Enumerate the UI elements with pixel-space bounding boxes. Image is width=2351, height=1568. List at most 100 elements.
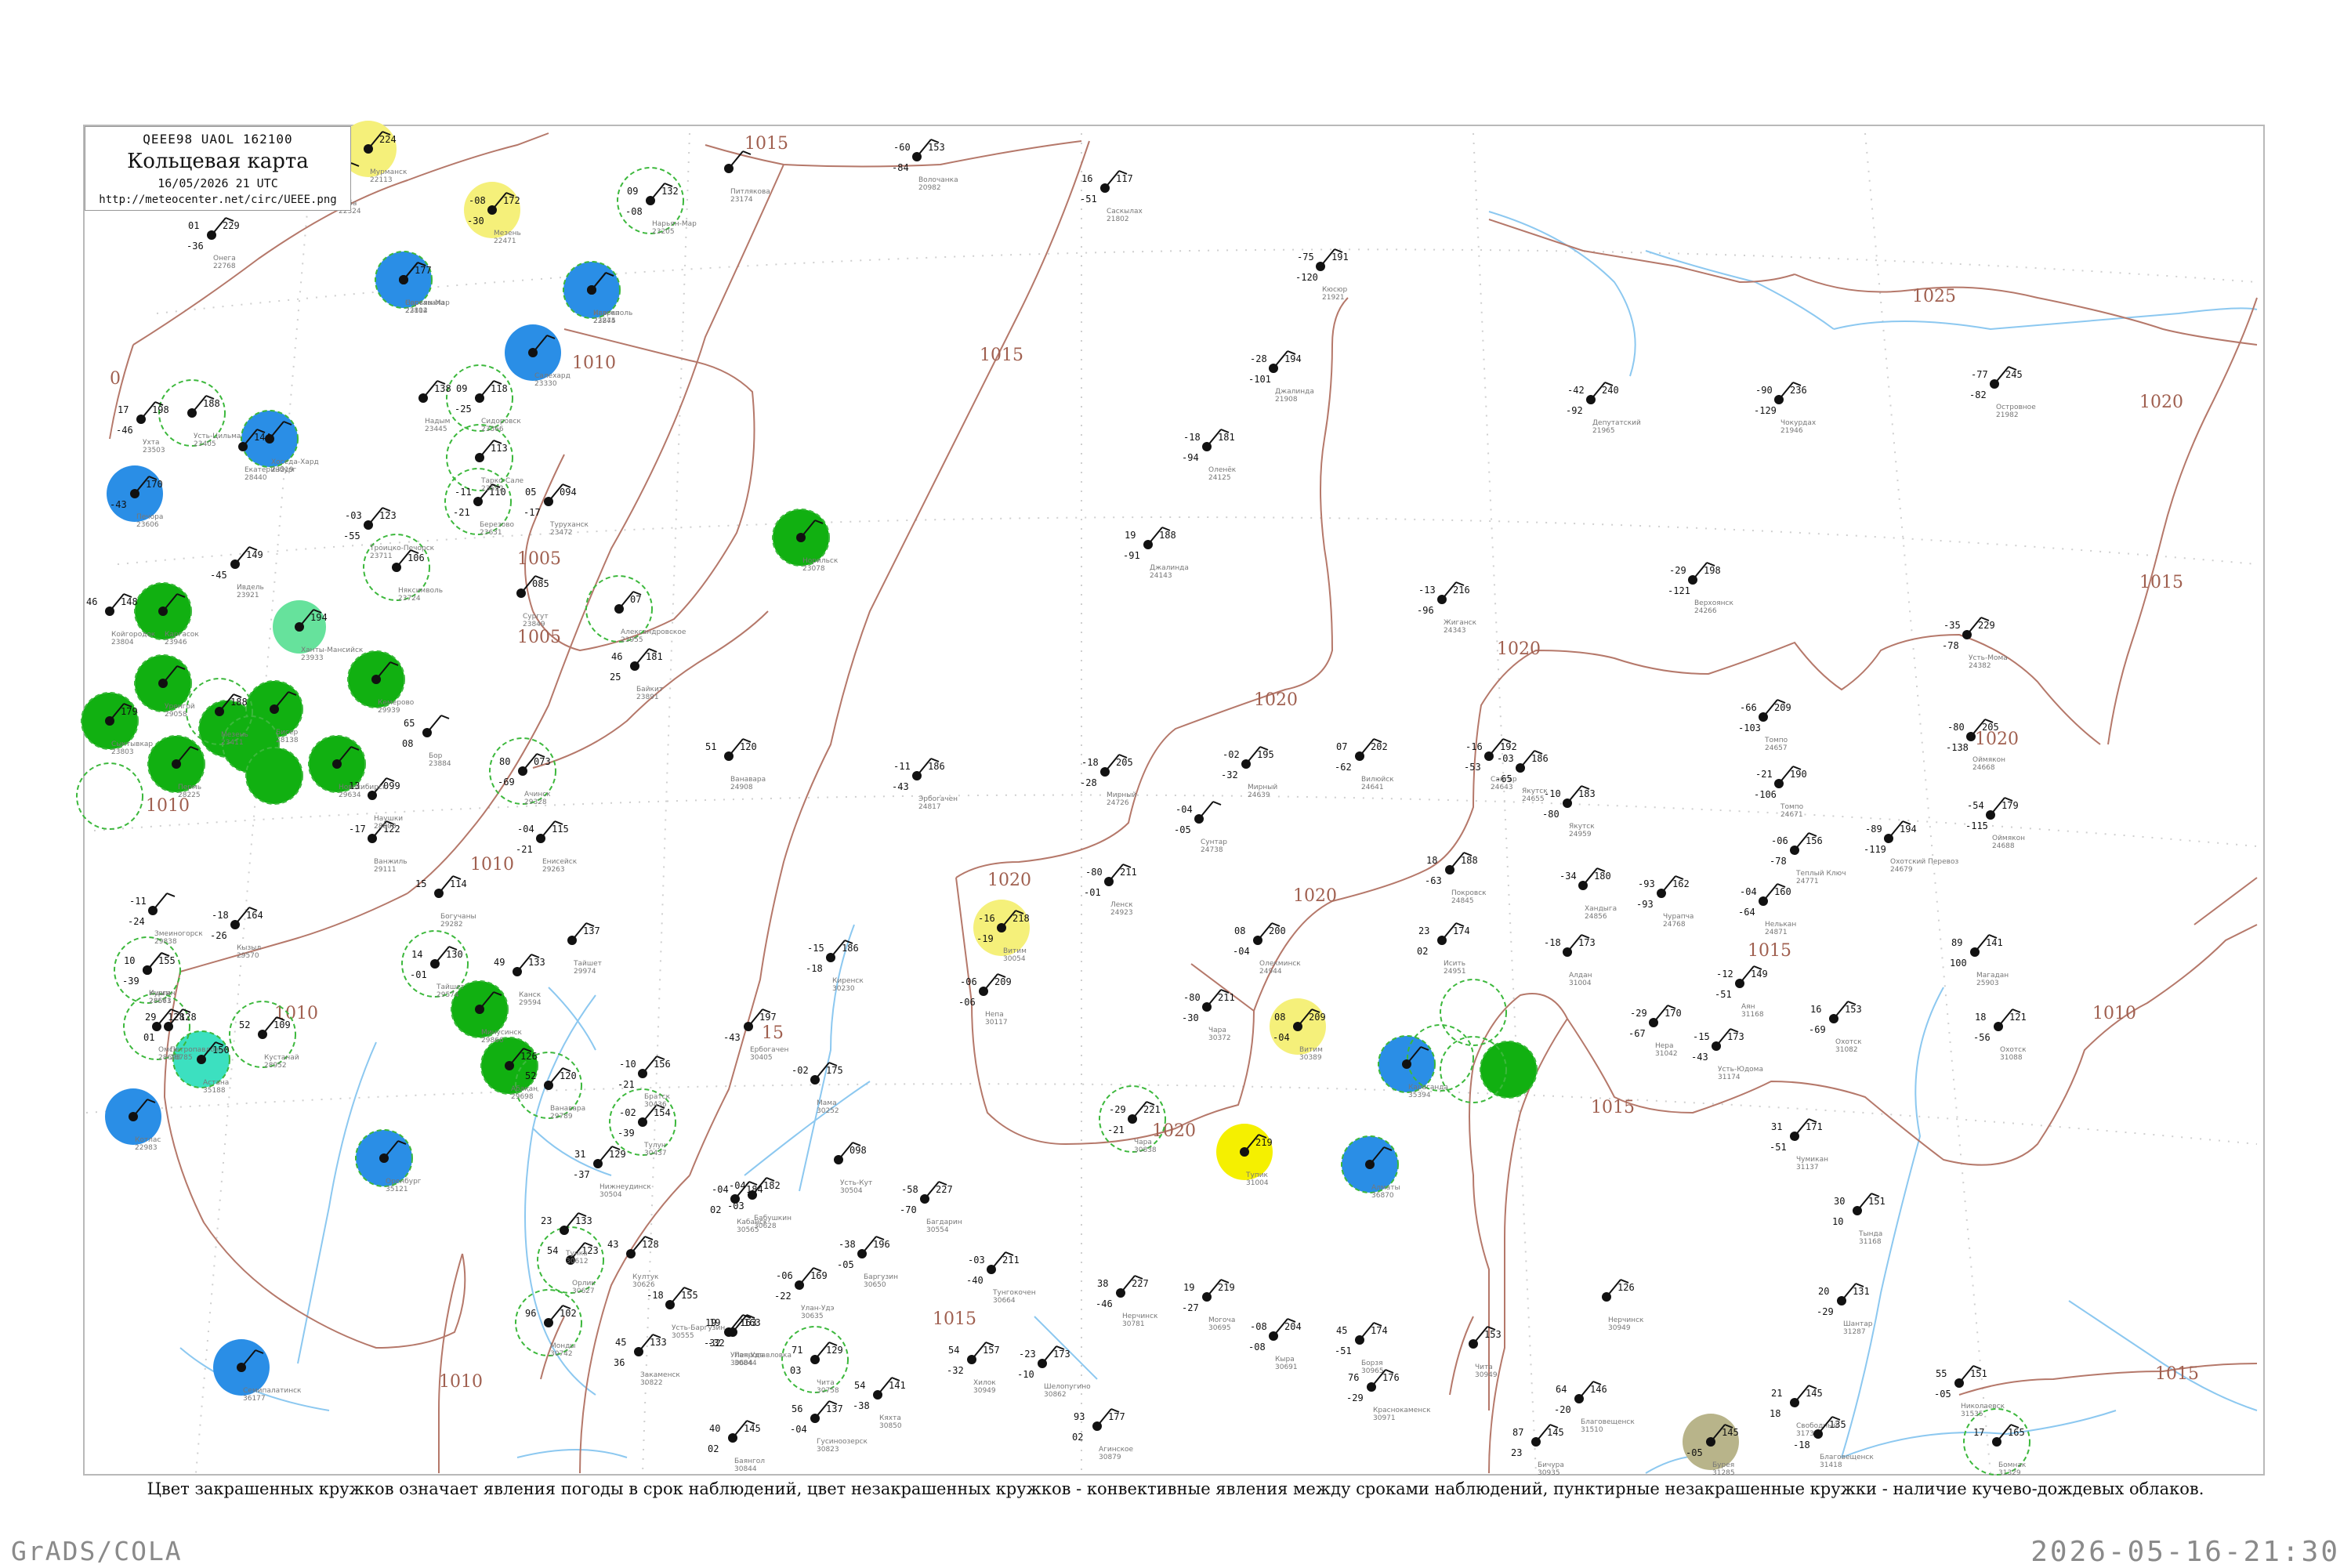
station-plot[interactable]: Минусинск29866 bbox=[475, 991, 522, 1045]
station-plot[interactable]: 098 Усть-Кут30504 bbox=[834, 1142, 872, 1195]
station-plot[interactable]: 128 43 Култук30626 bbox=[607, 1236, 659, 1289]
station-plot[interactable]: 173 -23 -10 Шелопугино30862 bbox=[1017, 1345, 1091, 1399]
station-plot[interactable]: 170 -29 -67 Нера31042 bbox=[1628, 1005, 1682, 1058]
station-plot[interactable]: 198 17 -46 Ухта23503 bbox=[116, 401, 169, 454]
station-plot[interactable]: 188 Мезень23411 bbox=[215, 693, 248, 747]
station-plot[interactable]: 188 Усть-Цильма23405 bbox=[187, 395, 241, 448]
station-plot[interactable]: Игарка23274 bbox=[587, 272, 620, 325]
station-plot[interactable]: 155-18Усть-Баргузин30555 bbox=[647, 1287, 725, 1340]
station-plot[interactable]: Пермь28225 bbox=[172, 746, 201, 799]
station-plot[interactable]: 156 -10 -21 Братск30436 bbox=[618, 1056, 671, 1109]
station-plot[interactable]: 094 05 -17 Туруханск23472 bbox=[523, 483, 589, 537]
station-plot[interactable]: 162 -93 -93 Чурапча24768 bbox=[1636, 875, 1694, 929]
station-plot[interactable]: 113 Тарко-Сале23552 bbox=[475, 440, 523, 493]
station-plot[interactable]: 126 Нерчинск30949 bbox=[1602, 1279, 1644, 1332]
station-plot[interactable]: 145 -05 Бурея31285 bbox=[1686, 1424, 1739, 1477]
station-plot[interactable]: 202 07 -62 Вилюйск24641 bbox=[1335, 738, 1394, 791]
station-plot[interactable]: 085 Сургут23849 bbox=[516, 575, 549, 628]
station-plot[interactable]: 209 -66 -103Томпо24657 bbox=[1738, 699, 1791, 752]
station-plot[interactable]: 65 08 Бор23884 bbox=[402, 715, 451, 768]
station-plot[interactable]: 106 Няксимволь23724 bbox=[392, 549, 443, 603]
station-plot[interactable]: 133 45 36 Закаменск30822 bbox=[614, 1334, 680, 1387]
station-plot[interactable]: 144 Екатеринбург28440 bbox=[238, 429, 296, 482]
station-plot[interactable]: 224 Мурманск22113 bbox=[364, 131, 408, 184]
station-plot[interactable]: 141 89 100 Магадан25903 bbox=[1950, 934, 2009, 987]
station-plot[interactable]: Уренгой29058 bbox=[158, 665, 195, 719]
station-plot[interactable]: 176 76 -29 Краснокаменск30971 bbox=[1346, 1369, 1431, 1422]
station-plot[interactable]: 1452118Свободный31736 bbox=[1770, 1385, 1838, 1438]
station-plot[interactable]: 200 08 -04 Олекминск24944 bbox=[1233, 922, 1301, 976]
station-plot[interactable]: 169 -06 -22 Улан-Удэ30635 bbox=[774, 1267, 835, 1320]
station-plot[interactable]: 221 -29 -21 Чара30838 bbox=[1107, 1101, 1161, 1154]
station-plot[interactable]: 073 80 -69 Ачинск29328 bbox=[498, 753, 551, 806]
station-plot[interactable]: 180 -34 Хандыга24856 bbox=[1559, 867, 1617, 921]
station-plot[interactable]: Кемерово29939 bbox=[371, 661, 415, 715]
station-plot[interactable]: 145 87 23 Бичура30935 bbox=[1511, 1424, 1564, 1477]
map-url[interactable]: http://meteocenter.net/circ/UEEE.png bbox=[85, 194, 350, 206]
station-plot[interactable]: 130 14 -01 Тайшет29574 bbox=[410, 946, 465, 999]
station-plot[interactable]: 102 96 Монды30742 bbox=[525, 1305, 577, 1358]
station-plot[interactable]: 194 -89 -119 Охотский Перевоз24679 bbox=[1864, 820, 1958, 874]
station-plot[interactable]: Котлас22983 bbox=[129, 1099, 161, 1152]
station-plot[interactable]: 148 46 Койгородок23804 bbox=[86, 593, 156, 646]
station-plot[interactable]: Питлякова23174 bbox=[724, 150, 770, 204]
station-plot[interactable]: 204 -08 -08 Кыра30691 bbox=[1248, 1318, 1302, 1371]
station-plot[interactable]: 236 -90 -129Чокурдах21946 bbox=[1754, 382, 1817, 435]
station-plot[interactable]: 174 45 -51 Борзя30965 bbox=[1335, 1322, 1388, 1375]
station-plot[interactable]: 151 30 10 Тында31168 bbox=[1832, 1193, 1886, 1246]
station-plot[interactable]: Новосибирск29634 bbox=[332, 746, 387, 799]
station-plot[interactable]: 145 40 02 Баянгол30844 bbox=[708, 1420, 765, 1473]
station-plot[interactable]: 164 -18 -26 Кызыл29570 bbox=[210, 907, 263, 960]
station-plot[interactable]: Оренбург35121 bbox=[379, 1140, 422, 1193]
station-plot[interactable]: 209 08 -04 Витим30389 bbox=[1273, 1009, 1326, 1062]
station-plot[interactable]: 109 52 Кустанай28952 bbox=[239, 1016, 299, 1070]
station-plot[interactable]: 179 -54 -115 Оймякон24688 bbox=[1965, 797, 2025, 850]
station-plot[interactable]: 129 71 03 Чита30758 bbox=[790, 1342, 843, 1395]
station-plot[interactable]: 188 19 -91 Джалинда24143 bbox=[1123, 527, 1189, 580]
station-plot[interactable]: 133 49 Канск29594 bbox=[494, 954, 545, 1007]
station-plot[interactable]: 197 -43 Ербогачен30405 bbox=[723, 1009, 789, 1062]
station-plot[interactable]: Норильск23078 bbox=[796, 520, 839, 573]
station-plot[interactable]: 155 10 -39 Курган28661 bbox=[122, 952, 176, 1005]
station-plot[interactable]: 186-03-65Якутск24655 bbox=[1495, 750, 1549, 803]
station-plot[interactable]: 160 -04 -64 Нелькан24871 bbox=[1738, 883, 1796, 936]
station-plot[interactable]: Алматы36870 bbox=[1365, 1146, 1400, 1200]
station-plot[interactable]: 172 -08 -30 Мезень22471 bbox=[467, 192, 521, 245]
station-plot[interactable]: 194 -28 -101 Джалинда21908 bbox=[1248, 350, 1314, 404]
station-plot[interactable]: 120 51 Ванавара24908 bbox=[705, 738, 766, 791]
station-plot[interactable]: 191 -75 -120 Кюсюр21921 bbox=[1295, 248, 1349, 302]
station-plot[interactable]: 165 17 Бомнак31329 bbox=[1973, 1424, 2027, 1477]
station-plot[interactable]: 173 -18 Алдан31004 bbox=[1544, 934, 1596, 987]
station-plot[interactable]: 173 -15 -43 Усть-Юдома31174 bbox=[1691, 1028, 1763, 1081]
station-plot[interactable]: 153 -60 -84 Волочанка20982 bbox=[892, 139, 958, 192]
station-plot[interactable]: 175 -02 Мама30252 bbox=[792, 1062, 843, 1115]
station-plot[interactable]: 137 Тайшет29974 bbox=[567, 922, 602, 976]
station-plot[interactable]: 188 18 -63 Покровск24845 bbox=[1425, 852, 1487, 905]
station-plot[interactable]: 179 Сыктывкар23803 bbox=[105, 703, 153, 756]
station-plot[interactable]: Каргасок23946 bbox=[158, 593, 199, 646]
station-plot[interactable]: 138 Надым23445 bbox=[418, 380, 451, 433]
station-plot[interactable]: 153 16 -69 Охотск31082 bbox=[1809, 1001, 1862, 1054]
station-plot[interactable]: 181 46 25 Байкит23891 bbox=[610, 648, 663, 701]
station-plot[interactable]: 115 -04 -21 Енисейск29263 bbox=[516, 820, 578, 874]
station-plot[interactable]: 177 93 02 Агинское30879 bbox=[1072, 1408, 1134, 1461]
station-plot[interactable]: 211 -80 -01 Ленск24923 bbox=[1084, 864, 1137, 917]
station-plot[interactable]: 157 54 -32 Хилок30949 bbox=[947, 1342, 1000, 1395]
station-plot[interactable]: 151 55 -05 Николаевск31535 bbox=[1934, 1365, 2005, 1418]
station-plot[interactable]: 114 15 Богучаны29282 bbox=[415, 875, 476, 929]
station-plot[interactable]: 218 -16 -19 Витим30054 bbox=[976, 910, 1030, 963]
station-plot[interactable]: 195 -02 -32 Мирный24639 bbox=[1221, 746, 1277, 799]
station-plot[interactable]: 229 01 -36 Онега22768 bbox=[187, 217, 240, 270]
station-plot[interactable]: 186 -15 -18 Киренск30230 bbox=[806, 940, 864, 993]
station-plot[interactable]: 120 52 Ванавара29789 bbox=[525, 1067, 585, 1121]
station-plot[interactable]: 131 20 -29 Шантар31287 bbox=[1817, 1283, 1873, 1336]
station-plot[interactable]: 181 -18 -94 Оленёк24125 bbox=[1182, 429, 1237, 482]
station-plot[interactable]: Караганда35394 bbox=[1402, 1046, 1448, 1099]
station-plot[interactable]: 209 -06 -06 Непа30117 bbox=[958, 973, 1012, 1027]
station-plot[interactable]: 170 -43 Печора23606 bbox=[110, 476, 163, 529]
station-plot[interactable]: 183 -10 -80 Якутск24959 bbox=[1542, 785, 1596, 838]
station-plot[interactable]: 211 -80 -30 Чара30372 bbox=[1182, 989, 1235, 1042]
station-plot[interactable]: 211 -03 -40 Тунгокочен30664 bbox=[966, 1251, 1036, 1305]
station-plot[interactable]: 240 -42 -92 Депутатский21965 bbox=[1566, 382, 1641, 435]
station-plot[interactable]: 149 -45 Ивдель23921 bbox=[210, 546, 264, 599]
